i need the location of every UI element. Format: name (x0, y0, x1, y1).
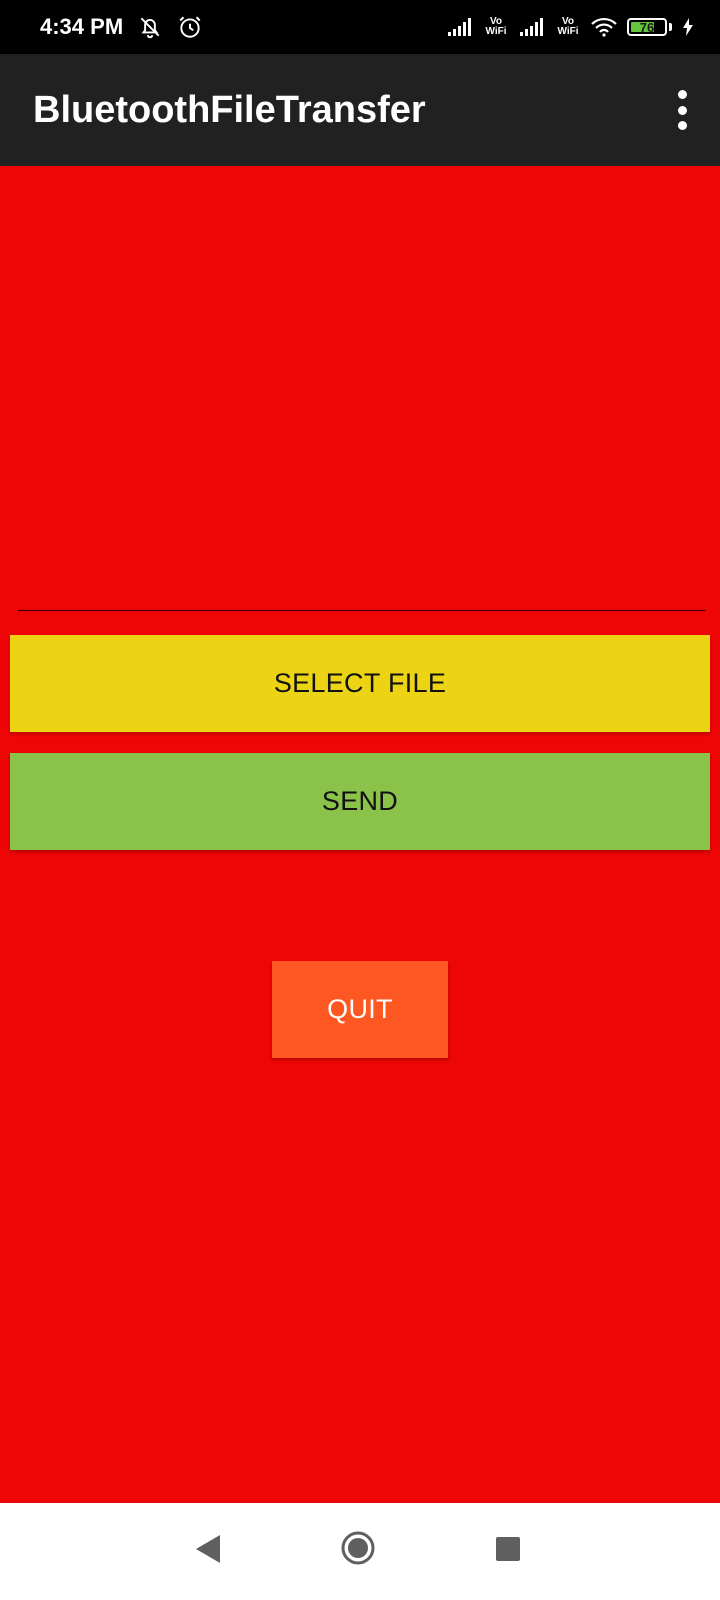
file-path-field[interactable] (18, 584, 706, 611)
battery-tip (669, 23, 672, 31)
status-right: Vo WiFi Vo WiFi 76 (447, 0, 694, 54)
battery-icon: 76 (627, 18, 667, 36)
send-button[interactable]: SEND (10, 753, 710, 850)
menu-dot (677, 105, 687, 115)
nav-bar (0, 1503, 720, 1600)
signal-icon (520, 18, 543, 36)
more-vert-icon[interactable] (674, 90, 690, 130)
status-left: 4:34 PM (40, 0, 203, 54)
main-content: SELECT FILE SEND QUIT (0, 166, 720, 1503)
status-time: 4:34 PM (40, 14, 124, 39)
recents-icon[interactable] (496, 1537, 520, 1561)
status-bar: 4:34 PM Vo WiFi Vo WiFi 76 (0, 0, 720, 54)
vowifi-icon: Vo WiFi (557, 16, 579, 37)
app-title: BluetoothFileTransfer (33, 89, 426, 131)
vowifi-icon: Vo WiFi (485, 16, 507, 37)
back-icon[interactable] (196, 1535, 220, 1563)
home-icon[interactable] (341, 1531, 375, 1565)
alarm-icon (179, 16, 201, 38)
select-file-button[interactable]: SELECT FILE (10, 635, 710, 732)
signal-icon (448, 18, 471, 36)
battery-level: 76 (639, 19, 655, 35)
menu-dot (677, 121, 687, 130)
notifications-off-icon (140, 17, 160, 39)
app-bar: BluetoothFileTransfer (0, 54, 720, 166)
menu-dot (677, 90, 687, 99)
charging-icon (683, 18, 693, 36)
quit-button[interactable]: QUIT (272, 961, 448, 1058)
wifi-icon (591, 17, 617, 37)
